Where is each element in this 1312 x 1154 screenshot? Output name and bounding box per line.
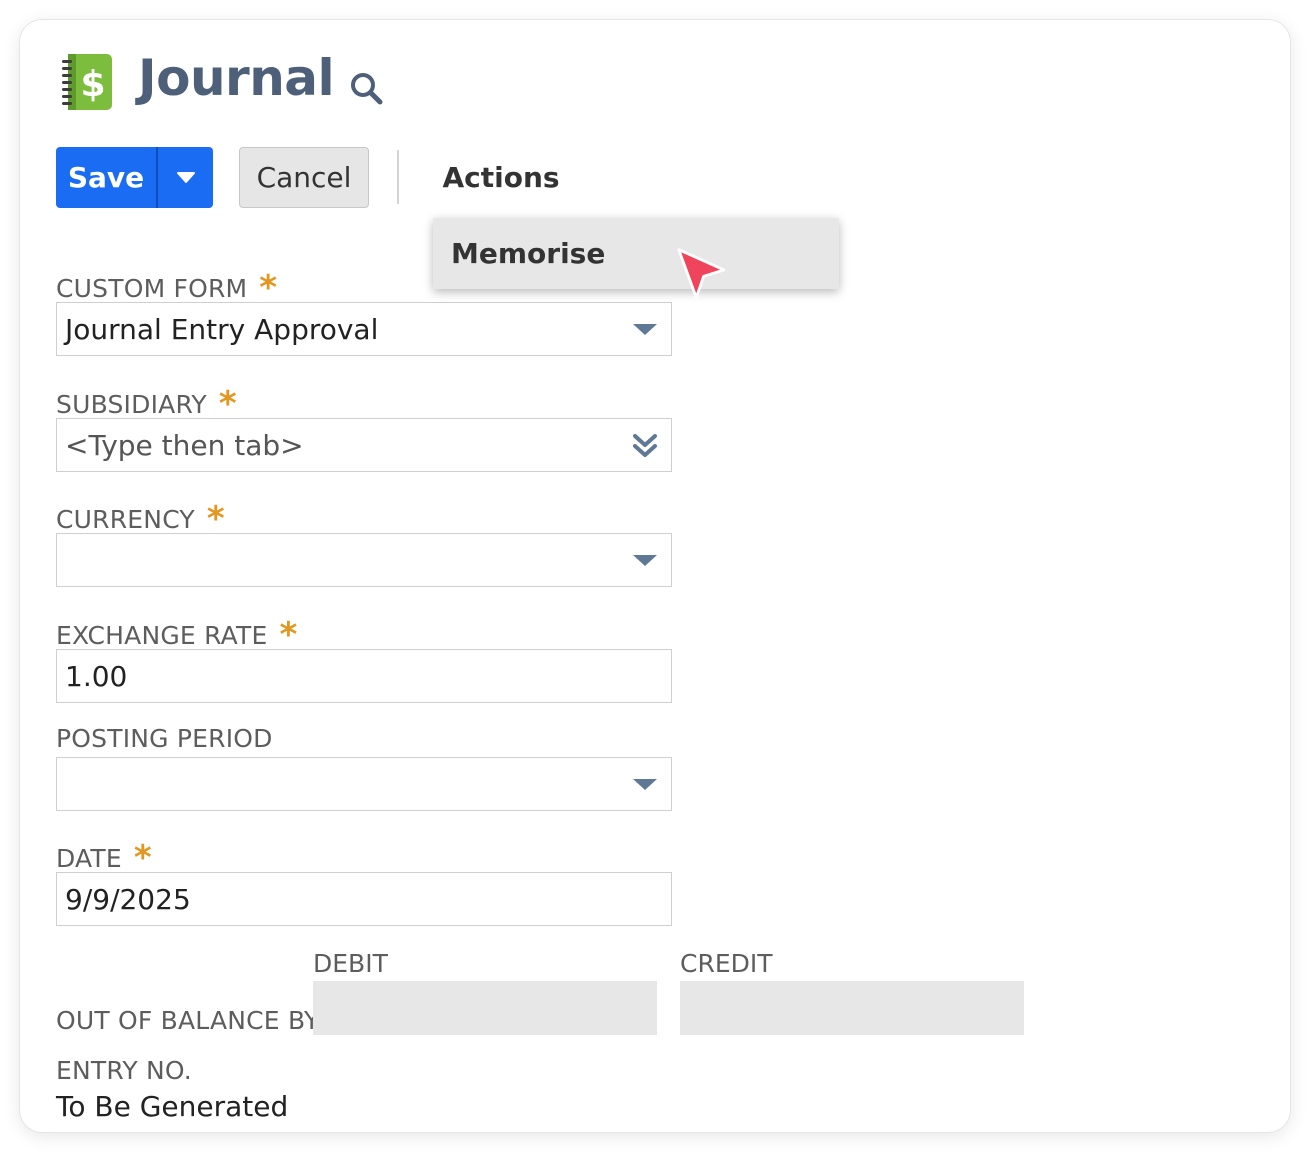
- posting-period-select[interactable]: [56, 757, 672, 811]
- out-of-balance-label: OUT OF BALANCE BY: [56, 1006, 320, 1035]
- entry-no-label: ENTRY NO.: [56, 1056, 192, 1085]
- date-input[interactable]: 9/9/2025: [56, 872, 672, 926]
- credit-header: CREDIT: [680, 949, 773, 978]
- currency-label: CURRENCY *: [56, 499, 225, 539]
- toolbar-separator: [397, 150, 399, 204]
- subsidiary-label: SUBSIDIARY *: [56, 384, 237, 424]
- date-value: 9/9/2025: [65, 882, 191, 916]
- actions-dropdown: Memorise: [433, 218, 839, 289]
- menu-item-memorise[interactable]: Memorise: [433, 218, 839, 289]
- subsidiary-placeholder: <Type then tab>: [65, 428, 304, 462]
- custom-form-value: Journal Entry Approval: [65, 312, 379, 346]
- page-title: Journal: [138, 49, 335, 107]
- subsidiary-input[interactable]: <Type then tab>: [56, 418, 672, 472]
- currency-select[interactable]: [56, 533, 672, 587]
- ledger-dollar-icon: $: [60, 52, 116, 112]
- custom-form-label: CUSTOM FORM *: [56, 268, 278, 308]
- save-button-group: Save: [56, 147, 213, 208]
- credit-value-box: [680, 981, 1024, 1035]
- custom-form-select[interactable]: Journal Entry Approval: [56, 302, 672, 356]
- actions-menu-button[interactable]: Actions: [436, 150, 566, 204]
- exchange-rate-value: 1.00: [65, 659, 128, 693]
- cancel-button[interactable]: Cancel: [239, 147, 369, 208]
- debit-value-box: [313, 981, 657, 1035]
- caret-down-icon: [176, 171, 195, 183]
- dropdown-arrow-icon: [633, 555, 657, 566]
- posting-period-label: POSTING PERIOD: [56, 724, 273, 753]
- exchange-rate-label: EXCHANGE RATE *: [56, 615, 298, 655]
- double-chevron-down-icon[interactable]: [631, 432, 659, 460]
- save-options-button[interactable]: [158, 147, 213, 208]
- dropdown-arrow-icon: [633, 324, 657, 335]
- svg-text:$: $: [80, 64, 105, 105]
- debit-header: DEBIT: [313, 949, 388, 978]
- save-button[interactable]: Save: [56, 147, 156, 208]
- dropdown-arrow-icon: [633, 779, 657, 790]
- search-icon[interactable]: [348, 70, 384, 106]
- entry-no-value: To Be Generated: [56, 1090, 289, 1123]
- journal-form-card: $ Journal Save Cancel Actions Memorise C…: [20, 20, 1290, 1132]
- mouse-cursor-icon: [676, 246, 732, 302]
- date-label: DATE *: [56, 838, 152, 878]
- exchange-rate-input[interactable]: 1.00: [56, 649, 672, 703]
